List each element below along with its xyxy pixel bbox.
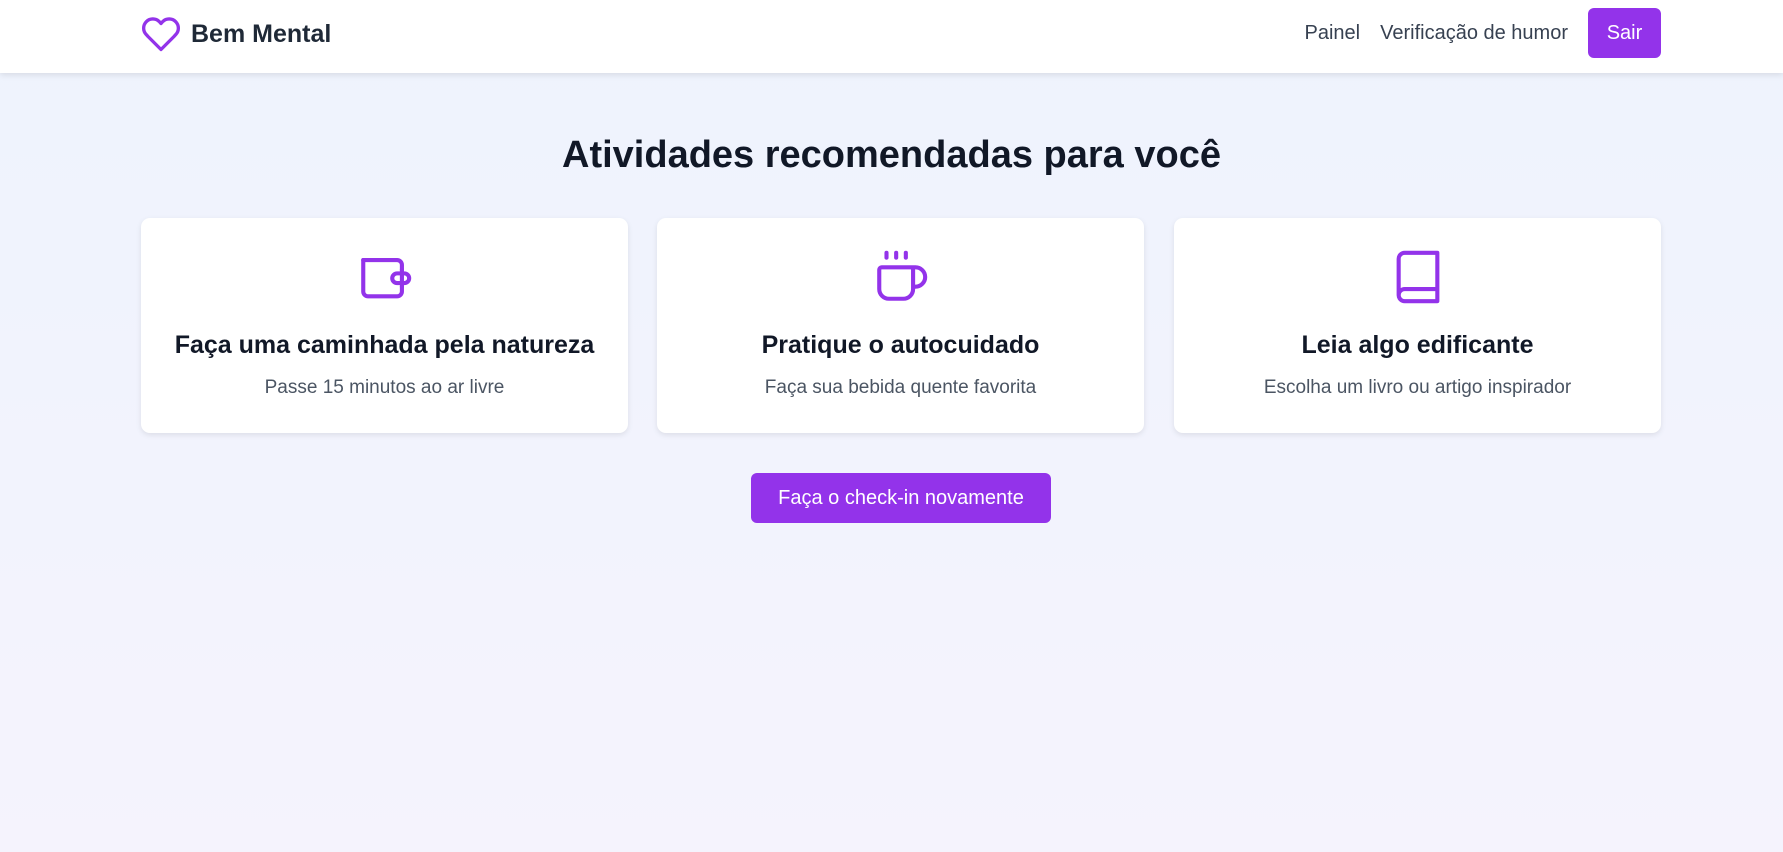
activity-title: Faça uma caminhada pela natureza — [174, 331, 595, 359]
activity-title: Pratique o autocuidado — [761, 331, 1040, 359]
page-title: Atividades recomendadas para você — [562, 134, 1221, 176]
activity-title: Leia algo edificante — [1301, 331, 1534, 359]
nav-link-painel[interactable]: Painel — [1305, 22, 1361, 45]
top-navbar: Bem Mental Painel Verificação de humor S… — [0, 0, 1783, 73]
nav-link-verificacao-de-humor[interactable]: Verificação de humor — [1380, 22, 1568, 45]
mug-icon — [657, 248, 1144, 306]
activity-card-self-care: Pratique o autocuidado Faça sua bebida q… — [657, 218, 1144, 433]
activity-description: Faça sua bebida quente favorita — [764, 377, 1037, 398]
activity-card-reading: Leia algo edificante Escolha um livro ou… — [1174, 218, 1661, 433]
book-icon — [1174, 248, 1661, 306]
activity-cards: Faça uma caminhada pela natureza Passe 1… — [141, 218, 1661, 433]
heart-icon — [141, 14, 181, 54]
logout-button[interactable]: Sair — [1588, 8, 1661, 58]
activity-description: Passe 15 minutos ao ar livre — [264, 377, 505, 398]
brand-logo[interactable]: Bem Mental — [141, 14, 331, 54]
main-nav: Painel Verificação de humor Sair — [1305, 8, 1661, 58]
activity-card-nature-walk: Faça uma caminhada pela natureza Passe 1… — [141, 218, 628, 433]
activity-description: Escolha um livro ou artigo inspirador — [1263, 377, 1572, 398]
wallet-icon — [141, 248, 628, 306]
check-in-again-button[interactable]: Faça o check-in novamente — [751, 473, 1051, 523]
brand-name: Bem Mental — [191, 19, 332, 48]
